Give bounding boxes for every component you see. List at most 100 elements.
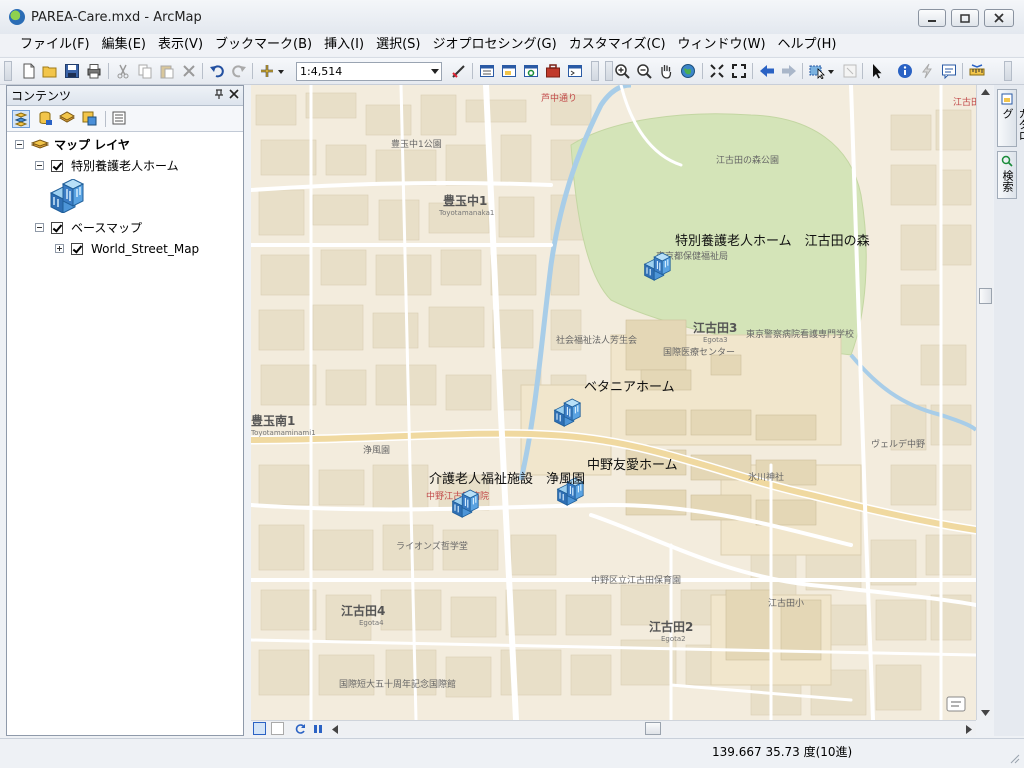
catalog-tab[interactable]: カタログ <box>997 89 1024 147</box>
copy-button[interactable] <box>136 62 154 80</box>
chevron-down-icon[interactable] <box>431 69 439 74</box>
open-button[interactable] <box>41 62 59 80</box>
resize-grip-icon[interactable] <box>1008 752 1020 764</box>
save-button[interactable] <box>63 62 81 80</box>
map-horizontal-scrollbar[interactable] <box>251 720 976 736</box>
layout-view-button[interactable] <box>271 722 284 735</box>
window-title: PAREA-Care.mxd - ArcMap <box>31 9 202 25</box>
minimize-button[interactable] <box>918 9 946 27</box>
tree-row-layer-basemap[interactable]: ベースマップ <box>35 219 235 237</box>
layer-visibility-checkbox[interactable] <box>71 243 83 255</box>
arctoolbox-button[interactable] <box>544 62 562 80</box>
expand-icon[interactable] <box>55 244 64 253</box>
menu-help[interactable]: ヘルプ(H) <box>772 35 843 55</box>
facility-label[interactable]: 特別養護老人ホーム 江古田の森 <box>675 233 870 249</box>
delete-button[interactable] <box>180 62 198 80</box>
pin-icon[interactable] <box>214 89 224 103</box>
scroll-left-icon[interactable] <box>332 725 338 734</box>
list-by-drawing-order-button[interactable] <box>12 110 30 128</box>
list-by-source-button[interactable] <box>37 110 55 128</box>
measure-button[interactable] <box>968 62 986 80</box>
vertical-scroll-thumb[interactable] <box>979 288 992 304</box>
close-button[interactable] <box>984 9 1014 27</box>
catalog-window-button[interactable] <box>500 62 518 80</box>
facility-label[interactable]: ベタニアホーム <box>584 380 675 395</box>
toc-close-icon[interactable] <box>229 87 239 103</box>
restore-icon <box>960 14 970 23</box>
select-features-button[interactable] <box>808 62 836 80</box>
save-icon <box>65 64 79 78</box>
list-by-visibility-button[interactable] <box>58 110 77 128</box>
tree-row-layer-world-street-map[interactable]: World_Street_Map <box>55 240 235 258</box>
clear-selection-button[interactable] <box>841 62 859 80</box>
minimize-icon <box>928 20 936 22</box>
map-tips-toggle-icon[interactable] <box>946 696 966 712</box>
map-scale-combobox[interactable]: 1:4,514 <box>296 62 442 81</box>
print-button[interactable] <box>85 62 103 80</box>
facility-label[interactable]: 中野友愛ホーム <box>587 457 678 473</box>
collapse-icon[interactable] <box>35 223 44 232</box>
python-window-button[interactable] <box>566 62 584 80</box>
layer-visibility-checkbox[interactable] <box>51 222 63 234</box>
scroll-right-icon[interactable] <box>966 725 972 734</box>
refresh-icon[interactable] <box>295 723 306 734</box>
toolbar-grip[interactable] <box>605 61 613 81</box>
toc-options-button[interactable] <box>111 110 129 128</box>
layer-visibility-checkbox[interactable] <box>51 160 63 172</box>
place-label: ヴェルデ中野 <box>871 438 925 450</box>
toolbar-overflow-grip[interactable] <box>1004 61 1012 81</box>
hyperlink-button[interactable] <box>918 62 936 80</box>
maximize-button[interactable] <box>951 9 979 27</box>
place-label: ライオンズ哲学堂 <box>396 540 468 552</box>
fixed-zoom-out-button[interactable] <box>730 62 748 80</box>
menu-file[interactable]: ファイル(F) <box>14 35 96 55</box>
menu-bookmarks[interactable]: ブックマーク(B) <box>209 35 318 55</box>
identify-button[interactable] <box>896 62 914 80</box>
scroll-up-icon[interactable] <box>981 89 990 95</box>
toolbar-grip[interactable] <box>4 61 12 81</box>
search-tab[interactable]: 検索 <box>997 151 1017 199</box>
list-by-selection-button[interactable] <box>81 110 99 128</box>
map-vertical-scrollbar[interactable] <box>976 85 993 720</box>
collapse-icon[interactable] <box>35 161 44 170</box>
menu-view[interactable]: 表示(V) <box>152 35 209 55</box>
go-forward-button[interactable] <box>780 62 798 80</box>
facility-label[interactable]: 介護老人福祉施設 浄風園 <box>429 471 585 487</box>
district-roman: Egota2 <box>661 635 686 643</box>
collapse-icon[interactable] <box>15 140 24 149</box>
data-view-button[interactable] <box>253 722 266 735</box>
map-view[interactable]: 芦中通り 江古田1 豊玉中1 Toyotamanaka1 江古田3 Egota3… <box>251 85 976 720</box>
redo-button[interactable] <box>230 62 248 80</box>
map-layers-icon <box>31 139 49 149</box>
pan-button[interactable] <box>657 62 675 80</box>
go-back-button[interactable] <box>758 62 776 80</box>
add-data-button[interactable] <box>258 62 286 80</box>
html-popup-button[interactable] <box>940 62 958 80</box>
svg-text:芦中通り: 芦中通り <box>541 92 577 104</box>
select-elements-button[interactable] <box>868 62 886 80</box>
toolbar-overflow-grip[interactable] <box>591 61 599 81</box>
search-window-button[interactable] <box>522 62 540 80</box>
editor-toolbar-button[interactable] <box>450 62 468 80</box>
menu-windows[interactable]: ウィンドウ(W) <box>672 35 772 55</box>
fixed-zoom-in-button[interactable] <box>708 62 726 80</box>
menu-insert[interactable]: 挿入(I) <box>318 35 370 55</box>
cut-button[interactable] <box>114 62 132 80</box>
zoom-in-button[interactable] <box>613 62 631 80</box>
zoom-out-button[interactable] <box>635 62 653 80</box>
toc-window-button[interactable] <box>478 62 496 80</box>
menu-customize[interactable]: カスタマイズ(C) <box>563 35 672 55</box>
pause-drawing-icon[interactable] <box>313 724 323 734</box>
layers-icon <box>58 111 76 123</box>
full-extent-button[interactable] <box>679 62 697 80</box>
paste-button[interactable] <box>158 62 176 80</box>
menu-edit[interactable]: 編集(E) <box>96 35 152 55</box>
menu-geoprocessing[interactable]: ジオプロセシング(G) <box>426 35 562 55</box>
undo-button[interactable] <box>208 62 226 80</box>
menu-selection[interactable]: 選択(S) <box>370 35 426 55</box>
tree-row-layer-nursing-homes[interactable]: 特別養護老人ホーム <box>35 157 235 175</box>
new-document-button[interactable] <box>20 62 38 80</box>
horizontal-scroll-thumb[interactable] <box>645 722 661 735</box>
scroll-down-icon[interactable] <box>981 710 990 716</box>
layer-label: 特別養護老人ホーム <box>71 159 179 173</box>
